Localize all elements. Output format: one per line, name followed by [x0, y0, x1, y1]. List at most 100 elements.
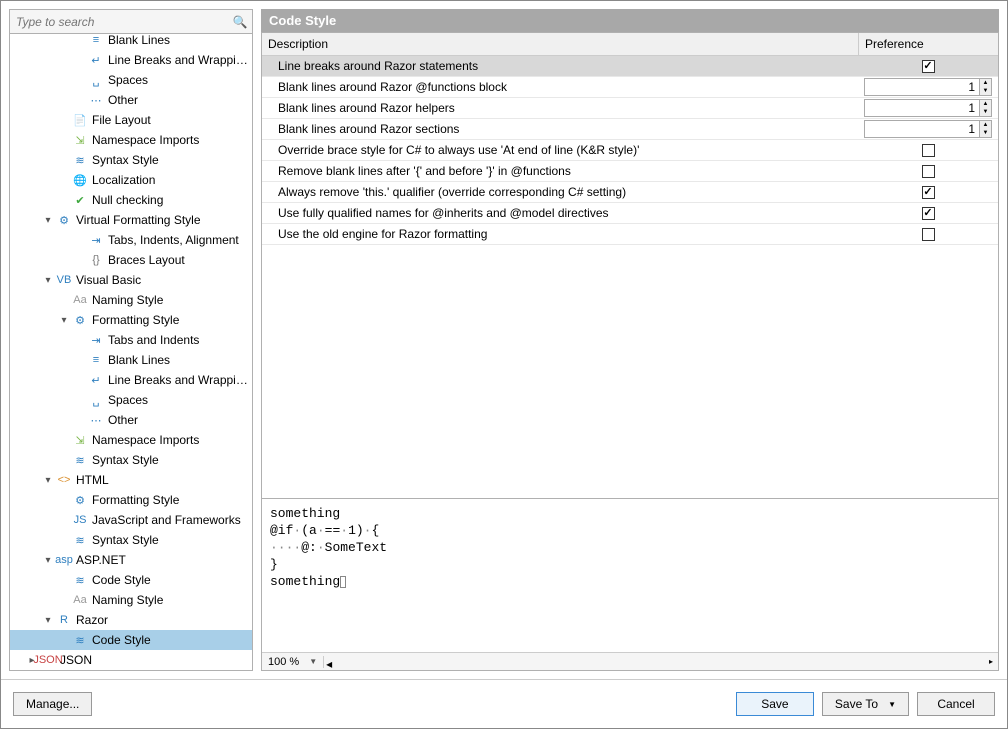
preference-grid: Description Preference Line breaks aroun…: [261, 32, 999, 499]
tree-item[interactable]: ▸JSONJSON: [10, 650, 252, 670]
save-to-button[interactable]: Save To ▼: [822, 692, 909, 716]
checkbox[interactable]: [922, 186, 935, 199]
tree-item[interactable]: ⇥Tabs, Indents, Alignment: [10, 230, 252, 250]
tree-label: Code Style: [92, 633, 151, 647]
spinner-input[interactable]: [865, 79, 979, 95]
node-icon: ≋: [72, 532, 88, 548]
checkbox[interactable]: [922, 60, 935, 73]
tree-item[interactable]: ✔Null checking: [10, 190, 252, 210]
spinner-down[interactable]: ▼: [980, 108, 991, 116]
tree-item[interactable]: ≋Code Style: [10, 570, 252, 590]
grid-row[interactable]: Override brace style for C# to always us…: [262, 140, 998, 161]
node-icon: ⇲: [72, 132, 88, 148]
tree-item[interactable]: ⚙Formatting Style: [10, 490, 252, 510]
node-icon: ↵: [88, 372, 104, 388]
spinner-up[interactable]: ▲: [980, 100, 991, 108]
zoom-dropdown[interactable]: 100 % ▼: [262, 656, 324, 668]
nav-tree[interactable]: ≡Blank Lines↵Line Breaks and Wrapping␣Sp…: [10, 34, 252, 670]
tree-item[interactable]: 📄 File Layout: [10, 110, 252, 130]
hscroll-right-icon[interactable]: ▸: [984, 655, 998, 669]
search-icon[interactable]: 🔍: [230, 12, 250, 32]
tree-item[interactable]: ⇲Namespace Imports: [10, 130, 252, 150]
checkbox[interactable]: [922, 207, 935, 220]
tree-item[interactable]: ≋Code Style: [10, 630, 252, 650]
grid-row[interactable]: Always remove 'this.' qualifier (overrid…: [262, 182, 998, 203]
manage-button[interactable]: Manage...: [13, 692, 92, 716]
spinner-down[interactable]: ▼: [980, 87, 991, 95]
tree-item[interactable]: ≡Blank Lines: [10, 350, 252, 370]
tree-item[interactable]: ↵Line Breaks and Wrapping: [10, 50, 252, 70]
row-desc: Blank lines around Razor helpers: [262, 101, 858, 115]
tree-item[interactable]: ▾VBVisual Basic: [10, 270, 252, 290]
collapse-icon[interactable]: ▾: [42, 214, 54, 226]
tree-label: Virtual Formatting Style: [76, 213, 201, 227]
node-icon: 📄: [72, 112, 88, 128]
collapse-icon[interactable]: ▾: [42, 554, 54, 566]
tree-item[interactable]: ␣Spaces: [10, 70, 252, 90]
checkbox[interactable]: [922, 228, 935, 241]
grid-row[interactable]: Use the old engine for Razor formatting: [262, 224, 998, 245]
tree-label: ASP.NET: [76, 553, 126, 567]
spinner-input[interactable]: [865, 100, 979, 116]
row-desc: Always remove 'this.' qualifier (overrid…: [262, 185, 858, 199]
bottom-bar: Manage... Save Save To ▼ Cancel: [1, 679, 1007, 728]
col-header-desc[interactable]: Description: [262, 33, 858, 55]
tree-item[interactable]: ↵Line Breaks and Wrapping: [10, 370, 252, 390]
cancel-button[interactable]: Cancel: [917, 692, 995, 716]
tree-item[interactable]: AaNaming Style: [10, 290, 252, 310]
hscroll-left-icon[interactable]: ◂: [326, 657, 336, 667]
tree-item[interactable]: ▾⚙Formatting Style: [10, 310, 252, 330]
grid-header: Description Preference: [262, 33, 998, 56]
grid-row[interactable]: Blank lines around Razor sections▲▼: [262, 119, 998, 140]
preview-code[interactable]: something @if·(a·==·1)·{ ····@:·SomeText…: [262, 499, 998, 652]
search-input[interactable]: [10, 12, 230, 32]
grid-row[interactable]: Line breaks around Razor statements: [262, 56, 998, 77]
row-desc: Use fully qualified names for @inherits …: [262, 206, 858, 220]
tree-item[interactable]: ▾aspASP.NET: [10, 550, 252, 570]
tree-item[interactable]: ≋Syntax Style: [10, 450, 252, 470]
tree-label: Razor: [76, 613, 108, 627]
save-button[interactable]: Save: [736, 692, 814, 716]
node-icon: ↵: [88, 52, 104, 68]
spinner-input[interactable]: [865, 121, 979, 137]
spinner-up[interactable]: ▲: [980, 79, 991, 87]
col-header-pref[interactable]: Preference: [858, 33, 998, 55]
tree-label: File Layout: [92, 113, 151, 127]
number-spinner[interactable]: ▲▼: [864, 120, 992, 138]
tree-item[interactable]: ⇲Namespace Imports: [10, 430, 252, 450]
tree-item[interactable]: ⋯Other: [10, 410, 252, 430]
row-pref: ▲▼: [858, 99, 998, 117]
tree-item[interactable]: ▾<>HTML: [10, 470, 252, 490]
grid-row[interactable]: Remove blank lines after '{' and before …: [262, 161, 998, 182]
node-icon: JS: [72, 512, 88, 528]
tree-item[interactable]: ⇥Tabs and Indents: [10, 330, 252, 350]
node-icon: Aa: [72, 292, 88, 308]
tree-label: Other: [108, 93, 138, 107]
tree-item[interactable]: ▾RRazor: [10, 610, 252, 630]
spinner-up[interactable]: ▲: [980, 121, 991, 129]
tree-item[interactable]: AaNaming Style: [10, 590, 252, 610]
collapse-icon[interactable]: ▾: [58, 314, 70, 326]
grid-row[interactable]: Blank lines around Razor @functions bloc…: [262, 77, 998, 98]
number-spinner[interactable]: ▲▼: [864, 99, 992, 117]
tree-item[interactable]: ⋯Other: [10, 90, 252, 110]
collapse-icon[interactable]: ▾: [42, 474, 54, 486]
grid-row[interactable]: Blank lines around Razor helpers ▲▼: [262, 98, 998, 119]
grid-row[interactable]: Use fully qualified names for @inherits …: [262, 203, 998, 224]
tree-item[interactable]: JSJavaScript and Frameworks: [10, 510, 252, 530]
spinner-down[interactable]: ▼: [980, 129, 991, 137]
row-pref: ▲▼: [858, 78, 998, 96]
checkbox[interactable]: [922, 165, 935, 178]
tree-item[interactable]: {}Braces Layout: [10, 250, 252, 270]
tree-item[interactable]: 🌐Localization: [10, 170, 252, 190]
tree-item[interactable]: ≡Blank Lines: [10, 34, 252, 50]
tree-item[interactable]: ≋Syntax Style: [10, 150, 252, 170]
collapse-icon[interactable]: ▾: [42, 274, 54, 286]
number-spinner[interactable]: ▲▼: [864, 78, 992, 96]
tree-item[interactable]: ␣Spaces: [10, 390, 252, 410]
collapse-icon[interactable]: ▾: [42, 614, 54, 626]
checkbox[interactable]: [922, 144, 935, 157]
tree-item[interactable]: ▾⚙Virtual Formatting Style: [10, 210, 252, 230]
tree-item[interactable]: ≋Syntax Style: [10, 530, 252, 550]
chevron-down-icon: ▼: [888, 700, 896, 709]
